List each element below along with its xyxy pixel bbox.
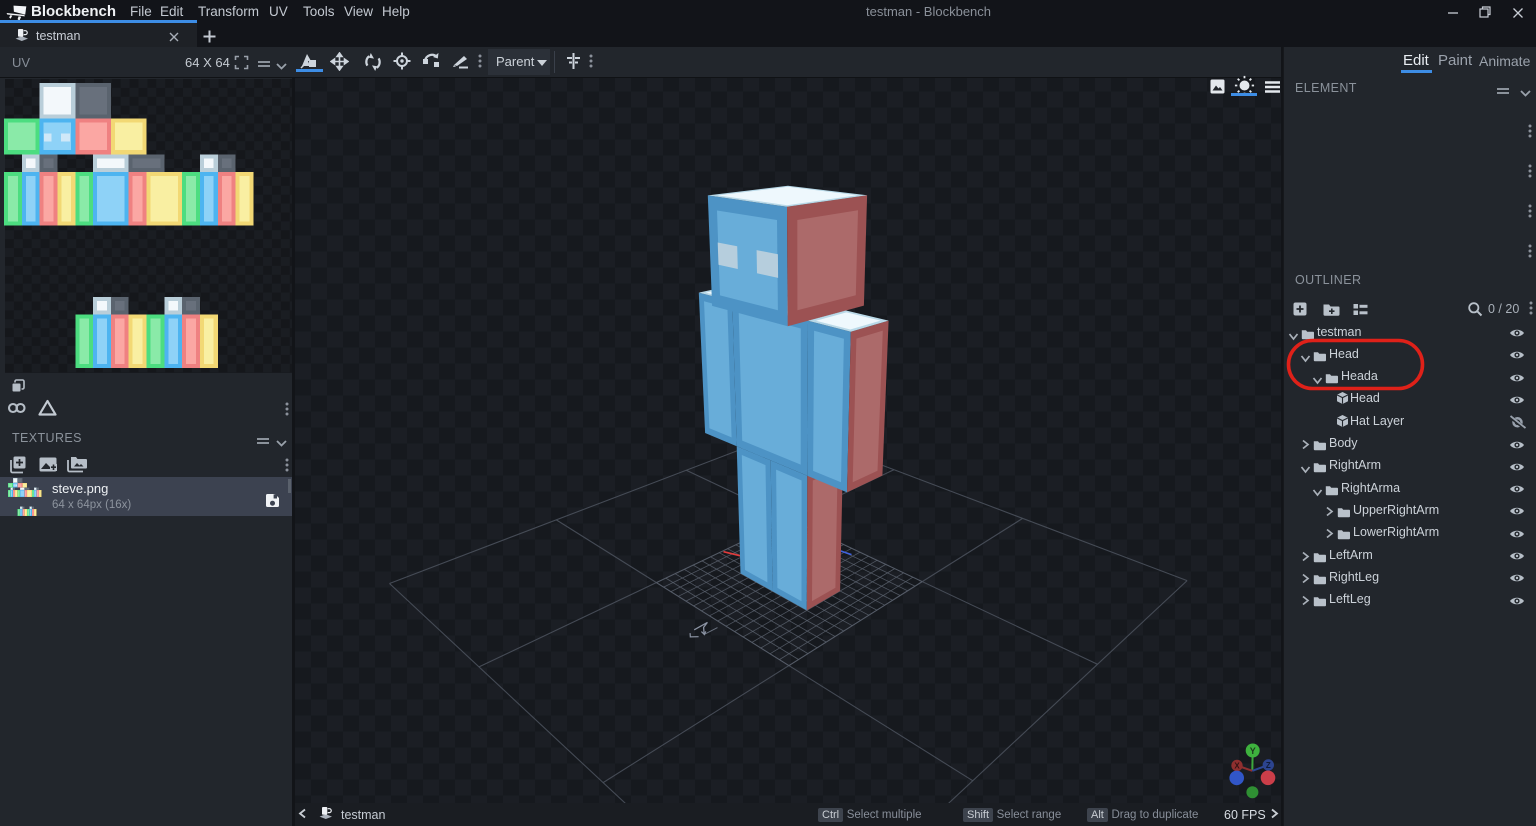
svg-text:Z: Z [1266,761,1271,770]
svg-text:Y: Y [1250,746,1256,756]
svg-text:X: X [1234,762,1240,771]
